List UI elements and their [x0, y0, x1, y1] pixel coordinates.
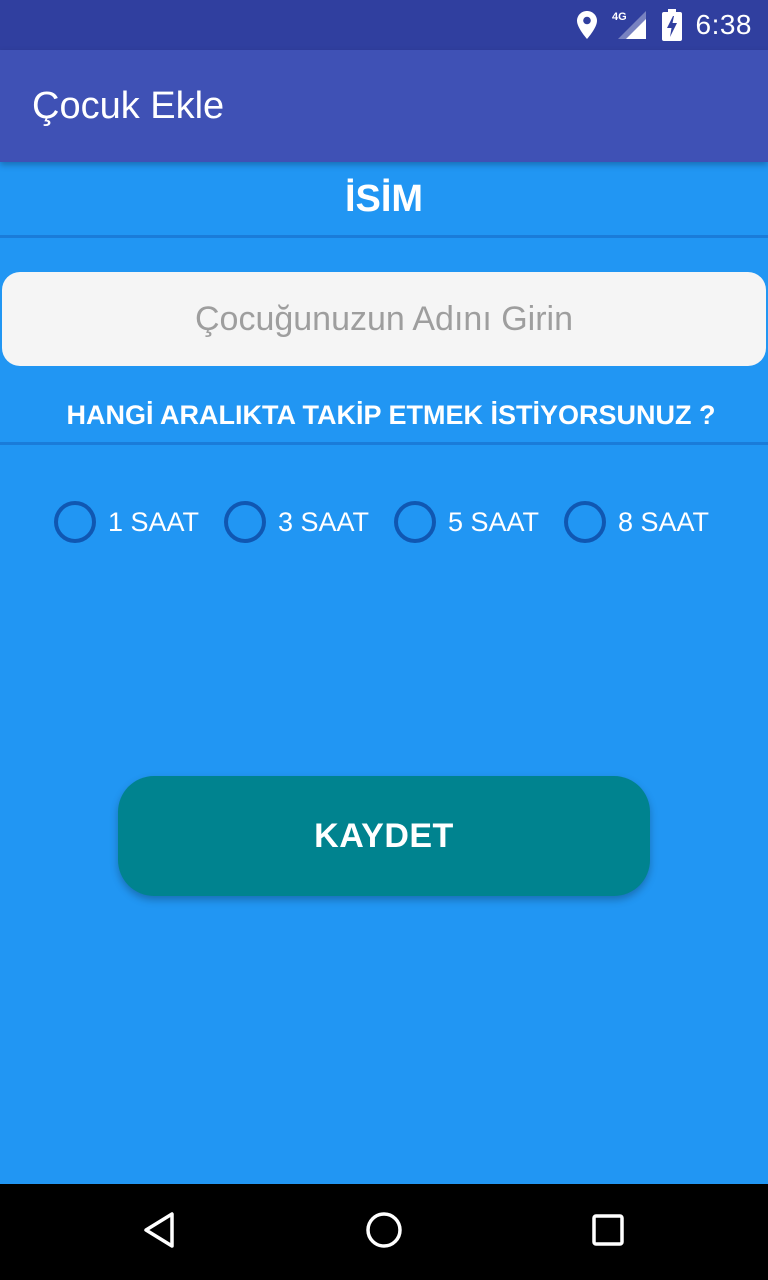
radio-label: 1 SAAT: [108, 506, 200, 537]
status-time: 6:38: [695, 9, 752, 40]
radio-option-8-saat[interactable]: 8 SAAT: [564, 501, 714, 543]
radio-button-icon[interactable]: [564, 501, 606, 543]
radio-button-icon[interactable]: [394, 501, 436, 543]
back-button[interactable]: [112, 1184, 208, 1280]
divider: [0, 235, 768, 238]
radio-label: 3 SAAT: [278, 506, 370, 537]
radio-option-5-saat[interactable]: 5 SAAT: [394, 501, 564, 543]
radio-option-3-saat[interactable]: 3 SAAT: [224, 501, 394, 543]
battery-charging-icon: [661, 9, 682, 41]
child-name-input[interactable]: [2, 272, 766, 366]
back-icon: [140, 1210, 180, 1255]
radio-option-1-saat[interactable]: 1 SAAT: [54, 501, 224, 543]
location-icon: [576, 10, 598, 40]
name-heading: İSİM: [344, 177, 424, 220]
recents-button[interactable]: [560, 1184, 656, 1280]
interval-radio-group: 1 SAAT 3 SAAT 5 SAAT 8 SAAT: [54, 492, 714, 552]
page-title: Çocuk Ekle: [32, 84, 225, 127]
radio-button-icon[interactable]: [224, 501, 266, 543]
radio-label: 5 SAAT: [448, 506, 540, 537]
signal-icon: 4G: [612, 9, 648, 41]
svg-text:4G: 4G: [612, 11, 627, 23]
recents-icon: [588, 1210, 628, 1255]
radio-button-icon[interactable]: [54, 501, 96, 543]
home-icon: [364, 1210, 404, 1255]
home-button[interactable]: [336, 1184, 432, 1280]
save-button[interactable]: KAYDET: [118, 776, 650, 896]
interval-question: HANGİ ARALIKTA TAKİP ETMEK İSTİYORSUNUZ …: [66, 399, 716, 430]
navigation-bar: [0, 1184, 768, 1280]
divider: [0, 442, 768, 445]
status-bar: 4G 6:38: [0, 0, 768, 50]
radio-label: 8 SAAT: [618, 506, 710, 537]
app-bar: Çocuk Ekle: [0, 50, 768, 162]
